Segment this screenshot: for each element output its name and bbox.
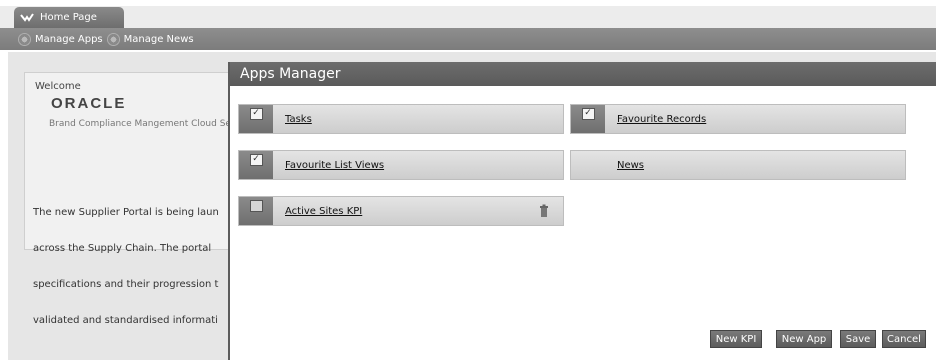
welcome-text-line: across the Supply Chain. The portal (33, 243, 212, 254)
app-link-tasks[interactable]: Tasks (285, 114, 312, 125)
nav-manage-apps[interactable]: Manage Apps (18, 32, 103, 46)
app-tile-favourite-records[interactable]: ✓ Favourite Records (570, 104, 906, 134)
apps-manager-dialog: Apps Manager ✓ Tasks ✓ Favourite Records… (228, 62, 936, 360)
nav-bar: Manage Apps Manage News (0, 28, 936, 50)
new-app-button[interactable]: New App (776, 330, 832, 348)
home-icon (20, 13, 34, 22)
welcome-text-line: validated and standardised informati (33, 315, 218, 326)
save-button[interactable]: Save (840, 330, 876, 348)
dialog-title: Apps Manager (230, 62, 936, 86)
app-tile-active-sites-kpi[interactable]: Active Sites KPI (238, 196, 564, 226)
app-link-active-sites-kpi[interactable]: Active Sites KPI (285, 206, 362, 217)
checkbox-checked-icon[interactable]: ✓ (249, 154, 263, 166)
news-icon (106, 32, 120, 46)
checkbox-unchecked-icon[interactable] (249, 200, 263, 212)
checkbox-checked-icon[interactable]: ✓ (581, 108, 595, 120)
oracle-logo: ORACLE (51, 95, 127, 112)
apps-icon (18, 32, 31, 46)
nav-manage-news[interactable]: Manage News (106, 32, 194, 46)
welcome-title: Welcome (35, 81, 81, 92)
app-link-favourite-records[interactable]: Favourite Records (617, 114, 706, 125)
app-tile-tasks[interactable]: ✓ Tasks (238, 104, 564, 134)
app-link-favourite-list-views[interactable]: Favourite List Views (285, 160, 384, 171)
tab-home-page-label: Home Page (40, 12, 97, 23)
app-checkbox-area (571, 151, 605, 179)
nav-manage-news-label: Manage News (123, 33, 194, 45)
app-checkbox-area[interactable] (239, 197, 273, 225)
checkbox-checked-icon[interactable]: ✓ (249, 108, 263, 120)
app-link-news[interactable]: News (617, 160, 644, 171)
tab-home-page[interactable]: Home Page (14, 7, 124, 28)
app-checkbox-area[interactable]: ✓ (239, 105, 273, 133)
app-tile-news[interactable]: News (570, 150, 906, 180)
tab-bar (0, 6, 936, 28)
app-tile-favourite-list-views[interactable]: ✓ Favourite List Views (238, 150, 564, 180)
cancel-button[interactable]: Cancel (882, 330, 926, 348)
brand-subtitle: Brand Compliance Mangement Cloud Serv (49, 119, 240, 129)
welcome-text-line: The new Supplier Portal is being laun (33, 207, 219, 218)
app-checkbox-area[interactable]: ✓ (571, 105, 605, 133)
welcome-text: The new Supplier Portal is being laun ac… (33, 183, 238, 351)
new-kpi-button[interactable]: New KPI (710, 330, 762, 348)
welcome-text-line: specifications and their progression t (33, 279, 219, 290)
nav-manage-apps-label: Manage Apps (35, 33, 103, 45)
trash-icon[interactable] (539, 204, 549, 218)
welcome-panel: Welcome ORACLE Brand Compliance Mangemen… (24, 72, 240, 326)
app-checkbox-area[interactable]: ✓ (239, 151, 273, 179)
